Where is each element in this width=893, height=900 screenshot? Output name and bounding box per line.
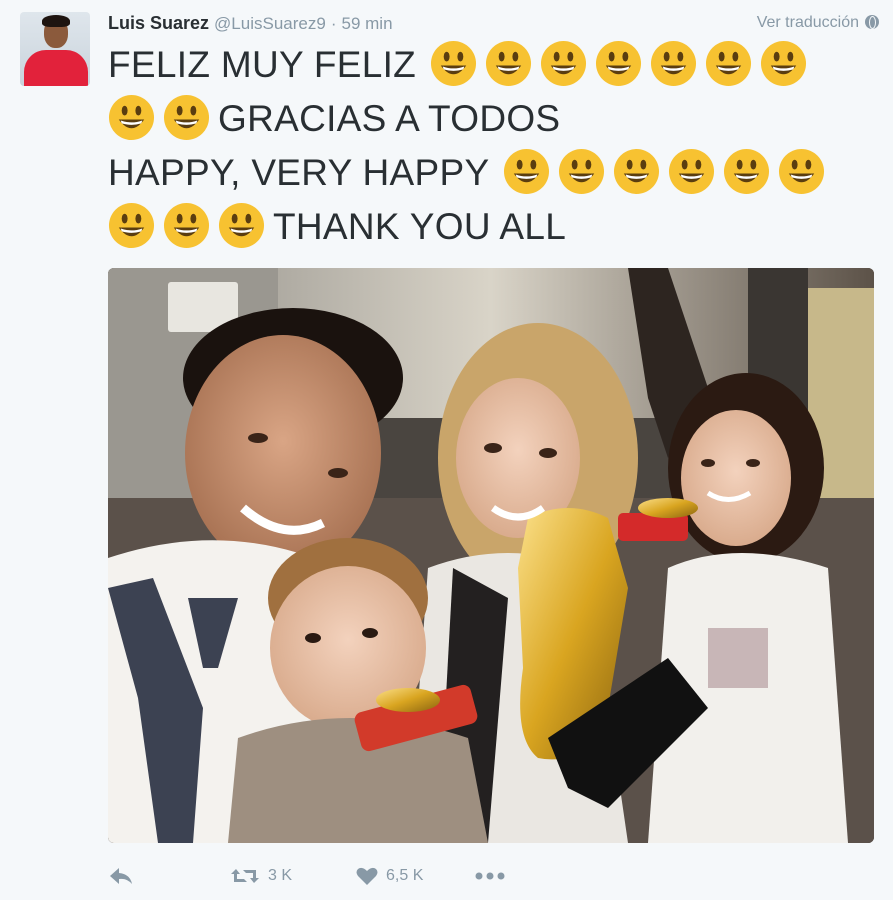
retweet-button[interactable]: 3 K xyxy=(230,862,292,890)
header-separator: · xyxy=(330,14,337,33)
avatar[interactable] xyxy=(20,12,90,86)
grinning-face-emoji xyxy=(761,40,807,87)
grinning-face-emoji xyxy=(504,148,550,195)
like-count: 6,5 K xyxy=(386,867,424,884)
grinning-face-emoji xyxy=(541,40,587,87)
grinning-face-emoji xyxy=(706,40,752,87)
more-button[interactable] xyxy=(474,862,506,890)
tweet-text: FELIZ MUY FELIZ GRACIAS A TODOS HAPPY, VER… xyxy=(108,38,878,254)
grinning-face-emoji xyxy=(559,148,605,195)
globe-icon xyxy=(865,15,879,29)
grinning-face-emoji xyxy=(218,202,265,249)
tweet-text-line: THANK YOU ALL xyxy=(108,200,878,254)
grinning-face-emoji xyxy=(431,40,477,87)
tweet-text-content: GRACIAS A TODOS xyxy=(218,98,561,139)
grinning-face-emoji xyxy=(614,148,660,195)
grinning-face-emoji xyxy=(163,94,210,141)
more-icon xyxy=(475,872,505,880)
author-name[interactable]: Luis Suarez xyxy=(108,13,209,33)
grinning-face-emoji xyxy=(779,148,825,195)
retweet-count: 3 K xyxy=(268,867,293,884)
reply-icon xyxy=(110,867,132,884)
tweet-text-line: FELIZ MUY FELIZ xyxy=(108,38,878,92)
grinning-face-emoji xyxy=(724,148,770,195)
reply-button[interactable] xyxy=(108,862,134,890)
grinning-face-emoji xyxy=(163,202,210,249)
grinning-face-emoji xyxy=(486,40,532,87)
tweet-text-content: HAPPY, VERY HAPPY xyxy=(108,152,490,193)
tweet-timestamp[interactable]: 59 min xyxy=(342,14,393,33)
photo-family-golden-boot xyxy=(108,268,874,843)
grinning-face-emoji xyxy=(596,40,642,87)
tweet-header: Luis Suarez @LuisSuarez9 · 59 min xyxy=(108,12,393,35)
grinning-face-emoji xyxy=(108,94,155,141)
translate-label: Ver traducción xyxy=(756,14,859,31)
tweet-card: Luis Suarez @LuisSuarez9 · 59 min Ver tr… xyxy=(0,0,893,900)
heart-icon xyxy=(356,867,378,885)
retweet-icon xyxy=(231,869,259,883)
tweet-photo[interactable] xyxy=(108,268,874,843)
tweet-text-content: FELIZ MUY FELIZ xyxy=(108,44,417,85)
grinning-face-emoji xyxy=(108,202,155,249)
grinning-face-emoji xyxy=(651,40,697,87)
like-button[interactable]: 6,5 K xyxy=(356,862,423,890)
author-handle[interactable]: @LuisSuarez9 xyxy=(214,14,326,33)
tweet-text-line: GRACIAS A TODOS xyxy=(108,92,878,146)
translate-link[interactable]: Ver traducción xyxy=(757,12,879,34)
grinning-face-emoji xyxy=(669,148,715,195)
tweet-text-line: HAPPY, VERY HAPPY xyxy=(108,146,878,200)
tweet-text-content: THANK YOU ALL xyxy=(273,206,567,247)
